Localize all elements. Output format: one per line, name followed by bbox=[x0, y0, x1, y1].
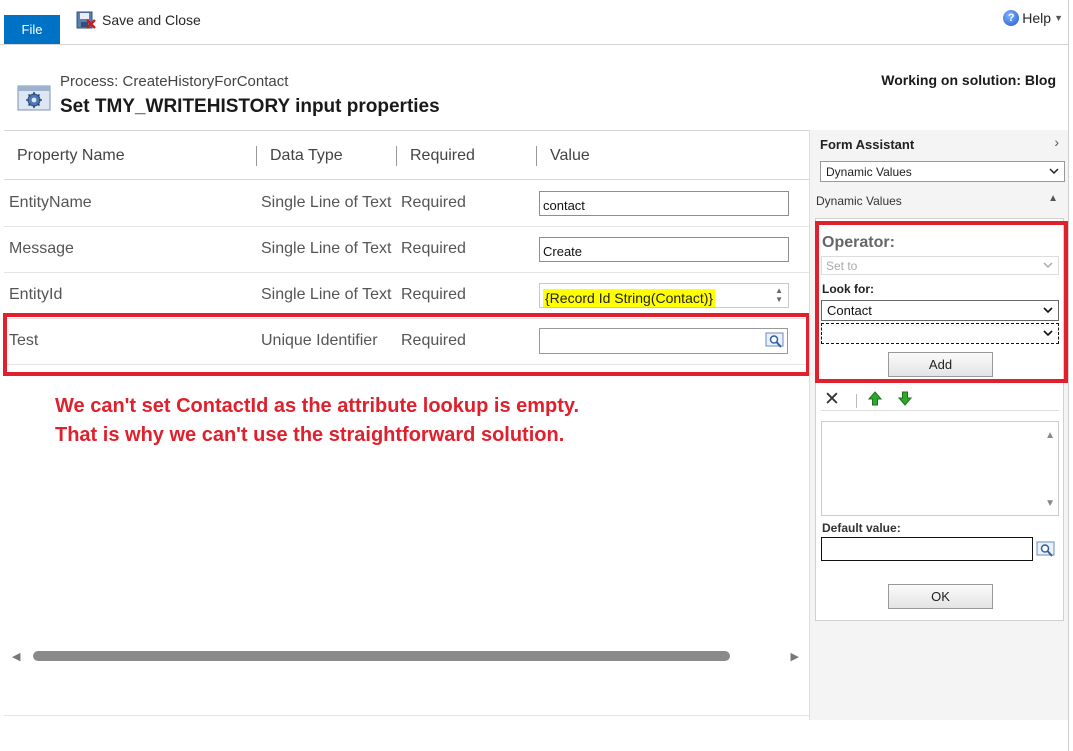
save-close-icon bbox=[76, 10, 96, 30]
operator-label: Operator: bbox=[822, 234, 895, 251]
table-row: Test Unique Identifier Required bbox=[4, 319, 809, 365]
process-label: Process: CreateHistoryForContact bbox=[60, 73, 289, 90]
chevron-down-icon bbox=[1043, 330, 1053, 337]
attribute-select[interactable] bbox=[821, 323, 1059, 344]
mode-select[interactable]: Dynamic Values bbox=[820, 161, 1065, 182]
required-flag: Required bbox=[401, 194, 466, 211]
form-assistant-title: Form Assistant bbox=[820, 137, 915, 152]
column-separator[interactable] bbox=[396, 146, 397, 166]
page-title: Set TMY_WRITEHISTORY input properties bbox=[60, 96, 440, 117]
mode-select-value: Dynamic Values bbox=[826, 165, 912, 179]
delete-icon[interactable]: ✕ bbox=[824, 388, 840, 411]
required-flag: Required bbox=[401, 240, 466, 257]
scrollbar-thumb[interactable] bbox=[33, 651, 730, 661]
chevron-down-icon bbox=[1043, 307, 1053, 314]
chevron-right-icon[interactable]: › bbox=[1054, 134, 1059, 150]
dynamic-value-token: {Record Id String(Contact)} bbox=[543, 289, 716, 307]
data-type: Single Line of Text bbox=[261, 240, 392, 257]
collapse-icon[interactable]: ▲ bbox=[1048, 193, 1058, 204]
property-name: EntityId bbox=[9, 286, 63, 303]
value-input-test[interactable] bbox=[539, 328, 788, 354]
ribbon: File Save and Close ? Help ▼ bbox=[0, 0, 1073, 45]
table-row: EntityName Single Line of Text Required … bbox=[4, 181, 809, 227]
table-row: EntityId Single Line of Text Required {R… bbox=[4, 273, 809, 319]
value-input-entityname[interactable]: contact bbox=[539, 191, 789, 216]
required-flag: Required bbox=[401, 286, 466, 303]
required-flag: Required bbox=[401, 332, 466, 349]
value-input-entityid[interactable]: {Record Id String(Contact)} ▲ ▼ bbox=[539, 283, 789, 308]
scroll-left-icon[interactable]: ◀ bbox=[12, 650, 20, 663]
move-down-icon[interactable] bbox=[897, 391, 913, 411]
chevron-down-icon: ▼ bbox=[1054, 13, 1063, 23]
file-button[interactable]: File bbox=[4, 15, 60, 44]
data-type: Single Line of Text bbox=[261, 194, 392, 211]
add-button[interactable]: Add bbox=[888, 352, 993, 377]
column-separator[interactable] bbox=[256, 146, 257, 166]
default-value-input[interactable] bbox=[821, 537, 1033, 561]
data-type: Unique Identifier bbox=[261, 332, 378, 349]
column-header-required[interactable]: Required bbox=[410, 147, 475, 165]
annotation-text: We can't set ContactId as the attribute … bbox=[55, 395, 580, 446]
spin-arrows-icon[interactable]: ▲ ▼ bbox=[775, 286, 783, 304]
column-header-property-name[interactable]: Property Name bbox=[17, 147, 125, 165]
value-input-message[interactable]: Create bbox=[539, 237, 789, 262]
operator-select[interactable]: Set to bbox=[821, 256, 1059, 275]
scroll-right-icon[interactable]: ▶ bbox=[791, 650, 799, 663]
section-label: Dynamic Values bbox=[816, 194, 902, 208]
help-icon: ? bbox=[1003, 10, 1020, 26]
property-name: EntityName bbox=[9, 194, 92, 211]
column-header-data-type[interactable]: Data Type bbox=[270, 147, 343, 165]
solution-label: Working on solution: Blog bbox=[881, 72, 1056, 88]
save-close-label: Save and Close bbox=[102, 12, 201, 28]
form-assistant-panel: Form Assistant › Dynamic Values Dynamic … bbox=[809, 130, 1068, 720]
lookup-icon[interactable] bbox=[1033, 537, 1059, 563]
scroll-up-icon[interactable]: ▲ bbox=[1045, 430, 1055, 441]
column-separator[interactable] bbox=[536, 146, 537, 166]
data-type: Single Line of Text bbox=[261, 286, 392, 303]
table-row: Message Single Line of Text Required Cre… bbox=[4, 227, 809, 273]
chevron-down-icon bbox=[1043, 262, 1053, 269]
property-name: Message bbox=[9, 240, 74, 257]
help-label: Help bbox=[1022, 10, 1052, 26]
ok-button[interactable]: OK bbox=[888, 584, 993, 609]
save-close-button[interactable]: Save and Close bbox=[76, 9, 201, 31]
operator-value: Set to bbox=[826, 259, 858, 273]
toolbar-divider bbox=[856, 394, 857, 408]
scroll-down-icon[interactable]: ▼ bbox=[1045, 498, 1055, 509]
move-up-icon[interactable] bbox=[867, 391, 883, 411]
value-toolbar: ✕ bbox=[821, 389, 1059, 411]
window-edge bbox=[1068, 0, 1073, 751]
help-button[interactable]: ? Help ▼ bbox=[1003, 10, 1063, 26]
column-header-value[interactable]: Value bbox=[550, 147, 590, 165]
chevron-down-icon bbox=[1049, 168, 1059, 175]
default-value-label: Default value: bbox=[822, 521, 901, 535]
dynamic-values-list[interactable]: ▲ ▼ bbox=[821, 421, 1059, 516]
horizontal-scrollbar[interactable]: ◀ ▶ bbox=[4, 646, 807, 666]
look-for-label: Look for: bbox=[822, 282, 874, 296]
look-for-value: Contact bbox=[827, 303, 872, 318]
dynamic-values-section: Operator: Set to Look for: Contact Add ✕ bbox=[815, 218, 1064, 621]
process-icon bbox=[17, 83, 51, 113]
look-for-select[interactable]: Contact bbox=[821, 300, 1059, 321]
lookup-icon[interactable] bbox=[763, 329, 787, 353]
property-name: Test bbox=[9, 332, 39, 349]
grid-header: Property Name Data Type Required Value bbox=[4, 131, 809, 180]
